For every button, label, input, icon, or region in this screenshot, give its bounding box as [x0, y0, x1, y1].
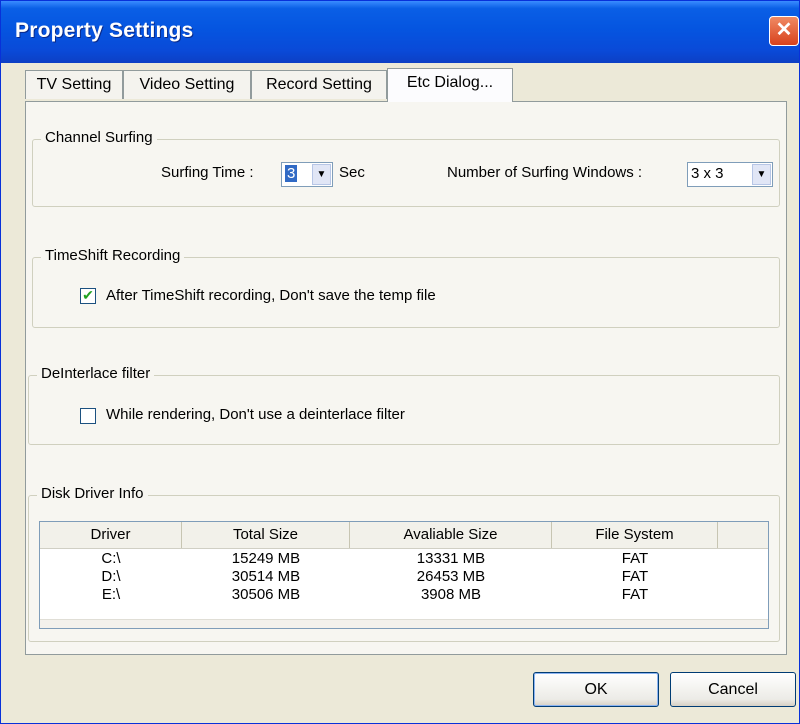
tab-etc-dialog[interactable]: Etc Dialog...	[387, 68, 513, 102]
file-system-cell: FAT	[621, 586, 649, 603]
surfing-windows-label: Number of Surfing Windows :	[447, 164, 643, 181]
total-size-cell: 15249 MB	[231, 550, 301, 567]
surfing-time-label: Surfing Time :	[161, 164, 254, 181]
horizontal-scrollbar[interactable]	[40, 619, 768, 628]
surfing-windows-value: 3 x 3	[691, 165, 724, 182]
disk-list-view[interactable]: Driver Total Size Avaliable Size File Sy…	[39, 521, 769, 629]
chevron-down-icon[interactable]: ▼	[312, 164, 331, 185]
available-size-cell: 13331 MB	[416, 550, 486, 567]
disk-info-label: Disk Driver Info	[37, 485, 148, 502]
file-system-cell: FAT	[621, 568, 649, 585]
tab-strip: TV Setting Video Setting Record Setting …	[25, 68, 785, 102]
channel-surfing-label: Channel Surfing	[41, 129, 157, 146]
ok-button[interactable]: OK	[533, 672, 659, 707]
column-header-driver[interactable]: Driver	[40, 522, 182, 548]
title-bar[interactable]: Property Settings ✕	[1, 1, 799, 63]
surfing-time-unit: Sec	[339, 164, 365, 181]
deinterlace-label: DeInterlace filter	[37, 365, 155, 382]
tab-record-setting[interactable]: Record Setting	[251, 70, 387, 99]
table-row[interactable]: D:\ 30514 MB 26453 MB FAT	[40, 568, 768, 585]
property-settings-dialog: Property Settings ✕ TV Setting Video Set…	[0, 0, 800, 724]
timeshift-checkbox-label[interactable]: After TimeShift recording, Don't save th…	[106, 287, 436, 304]
table-row[interactable]: C:\ 15249 MB 13331 MB FAT	[40, 550, 768, 567]
window-title: Property Settings	[15, 19, 194, 42]
surfing-windows-dropdown[interactable]: 3 x 3 ▼	[687, 162, 773, 187]
close-icon[interactable]: ✕	[769, 16, 799, 46]
tab-panel-etc-dialog: Channel Surfing Surfing Time : 3 ▼ Sec N…	[25, 101, 787, 655]
driver-cell: C:\	[101, 550, 121, 567]
surfing-time-value: 3	[285, 165, 298, 182]
driver-cell: E:\	[101, 586, 121, 603]
file-system-cell: FAT	[621, 550, 649, 567]
chevron-down-icon[interactable]: ▼	[752, 164, 771, 185]
disk-list-header: Driver Total Size Avaliable Size File Sy…	[40, 522, 768, 549]
column-header-file-system[interactable]: File System	[552, 522, 718, 548]
timeshift-group: TimeShift Recording ✔ After TimeShift re…	[32, 247, 780, 328]
cancel-button[interactable]: Cancel	[670, 672, 796, 707]
available-size-cell: 26453 MB	[416, 568, 486, 585]
tab-tv-setting[interactable]: TV Setting	[25, 70, 123, 99]
table-row[interactable]: E:\ 30506 MB 3908 MB FAT	[40, 586, 768, 603]
driver-cell: D:\	[101, 568, 121, 585]
column-header-available-size[interactable]: Avaliable Size	[350, 522, 552, 548]
tab-video-setting[interactable]: Video Setting	[123, 70, 251, 99]
timeshift-checkbox[interactable]: ✔	[80, 288, 96, 304]
column-header-total-size[interactable]: Total Size	[182, 522, 350, 548]
column-header-blank	[718, 522, 768, 548]
disk-info-group: Disk Driver Info Driver Total Size Avali…	[28, 485, 780, 642]
total-size-cell: 30514 MB	[231, 568, 301, 585]
deinterlace-checkbox-label[interactable]: While rendering, Don't use a deinterlace…	[106, 406, 405, 423]
deinterlace-checkbox[interactable]	[80, 408, 96, 424]
channel-surfing-group: Channel Surfing Surfing Time : 3 ▼ Sec N…	[32, 129, 780, 207]
available-size-cell: 3908 MB	[420, 586, 482, 603]
deinterlace-group: DeInterlace filter While rendering, Don'…	[28, 365, 780, 445]
total-size-cell: 30506 MB	[231, 586, 301, 603]
timeshift-label: TimeShift Recording	[41, 247, 185, 264]
surfing-time-dropdown[interactable]: 3 ▼	[281, 162, 333, 187]
